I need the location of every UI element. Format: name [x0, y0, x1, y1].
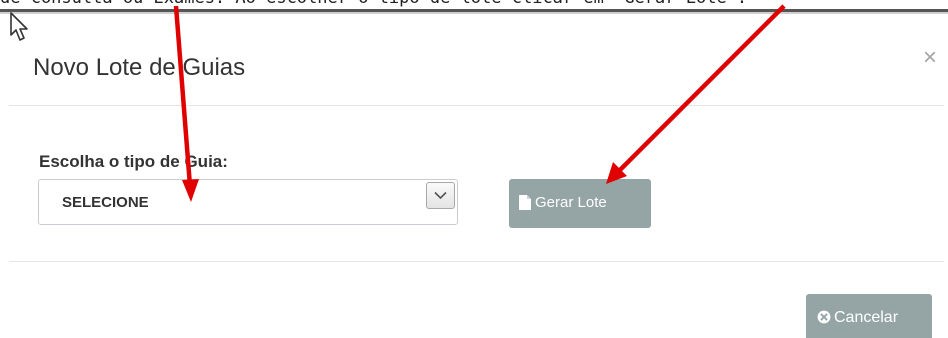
cancel-label: Cancelar: [834, 309, 899, 326]
tutorial-caption: de consulta ou Exames. Ao escolher o tip…: [0, 0, 948, 8]
mouse-pointer-icon: [10, 12, 28, 41]
caption-divider-shadow: [0, 12, 948, 14]
chevron-down-icon: [434, 191, 447, 200]
guide-type-label: Escolha o tipo de Guia:: [39, 152, 228, 171]
annotation-arrow-to-generate-button: [606, 4, 786, 184]
dropdown-toggle[interactable]: [426, 182, 455, 209]
guide-type-select[interactable]: SELECIONE: [38, 179, 458, 225]
header-divider: [9, 105, 944, 106]
file-icon: [519, 195, 531, 210]
select-selected-value: SELECIONE: [62, 194, 149, 211]
close-icon[interactable]: ×: [918, 44, 942, 72]
modal-title: Novo Lote de Guias: [33, 54, 246, 81]
cancel-button[interactable]: Cancelar: [806, 294, 932, 338]
circle-x-icon: [817, 310, 831, 324]
screenshot-page: de consulta ou Exames. Ao escolher o tip…: [0, 0, 948, 338]
generate-batch-label: Gerar Lote: [535, 194, 607, 211]
footer-divider: [9, 261, 944, 262]
generate-batch-button[interactable]: Gerar Lote: [509, 179, 651, 228]
